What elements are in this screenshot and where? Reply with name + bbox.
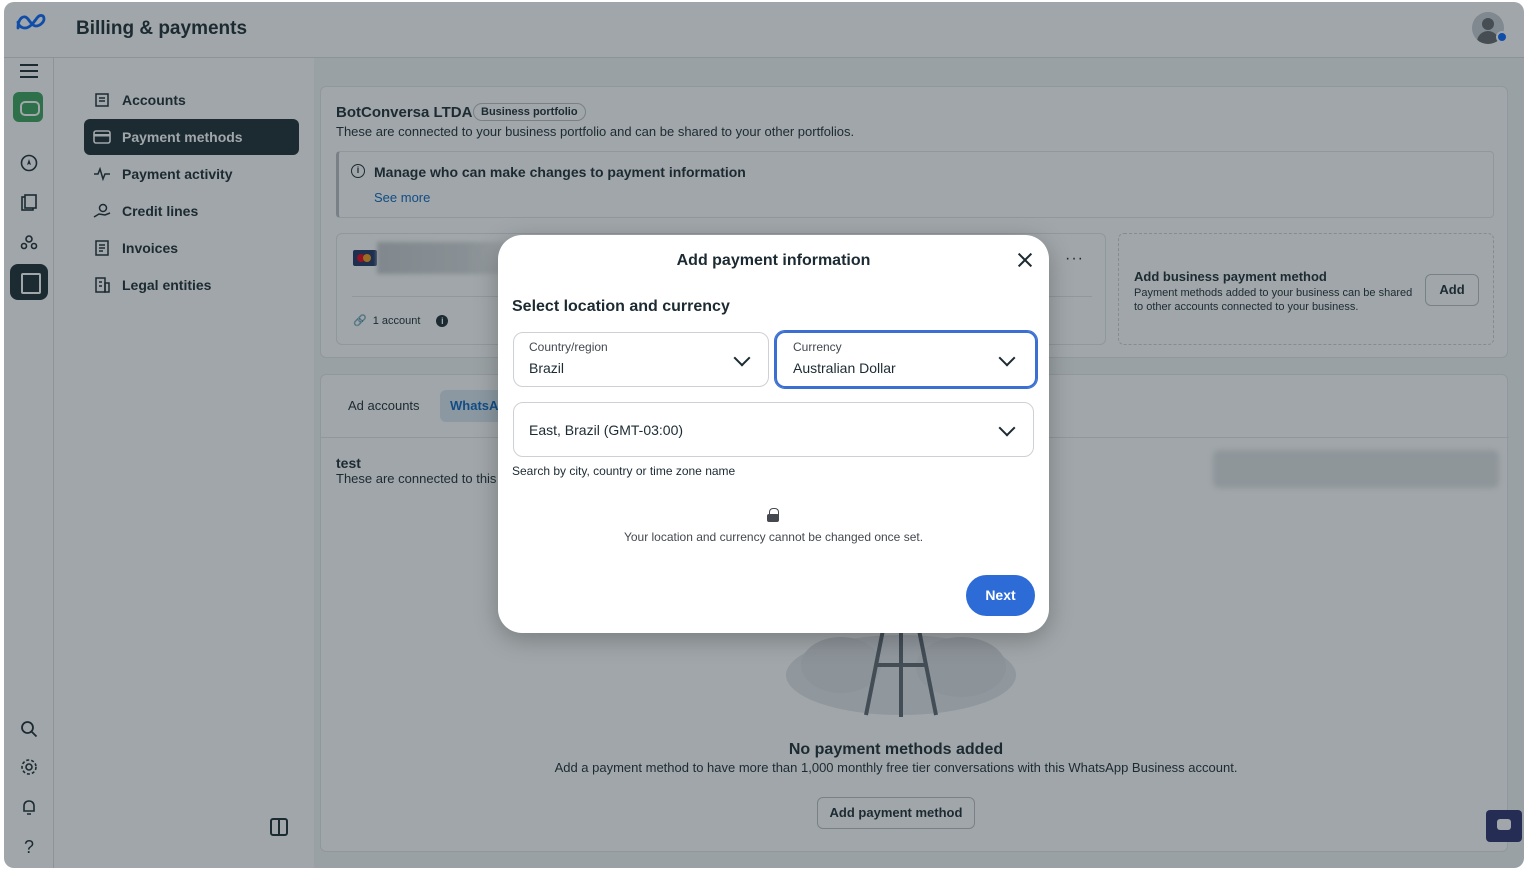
country-label: Country/region bbox=[529, 340, 608, 354]
close-icon[interactable] bbox=[1013, 248, 1037, 272]
currency-label: Currency bbox=[793, 340, 842, 354]
add-payment-dialog: Add payment information Select location … bbox=[498, 235, 1049, 633]
section-title: Select location and currency bbox=[512, 298, 730, 315]
chevron-down-icon bbox=[998, 419, 1016, 437]
chevron-down-icon bbox=[733, 349, 751, 367]
dialog-title: Add payment information bbox=[676, 252, 871, 269]
currency-value: Australian Dollar bbox=[793, 360, 896, 376]
lock-notice: Your location and currency cannot be cha… bbox=[623, 530, 924, 544]
country-value: Brazil bbox=[529, 360, 565, 376]
currency-select[interactable]: Currency Australian Dollar bbox=[774, 330, 1038, 389]
timezone-helper-text: Search by city, country or time zone nam… bbox=[512, 464, 736, 478]
timezone-select[interactable]: East, Brazil (GMT-03:00) bbox=[513, 402, 1034, 457]
timezone-value: East, Brazil (GMT-03:00) bbox=[529, 422, 684, 438]
lock-icon bbox=[767, 508, 779, 522]
country-select[interactable]: Country/region Brazil bbox=[513, 332, 769, 387]
chevron-down-icon bbox=[998, 349, 1016, 367]
next-button[interactable]: Next bbox=[966, 575, 1035, 616]
